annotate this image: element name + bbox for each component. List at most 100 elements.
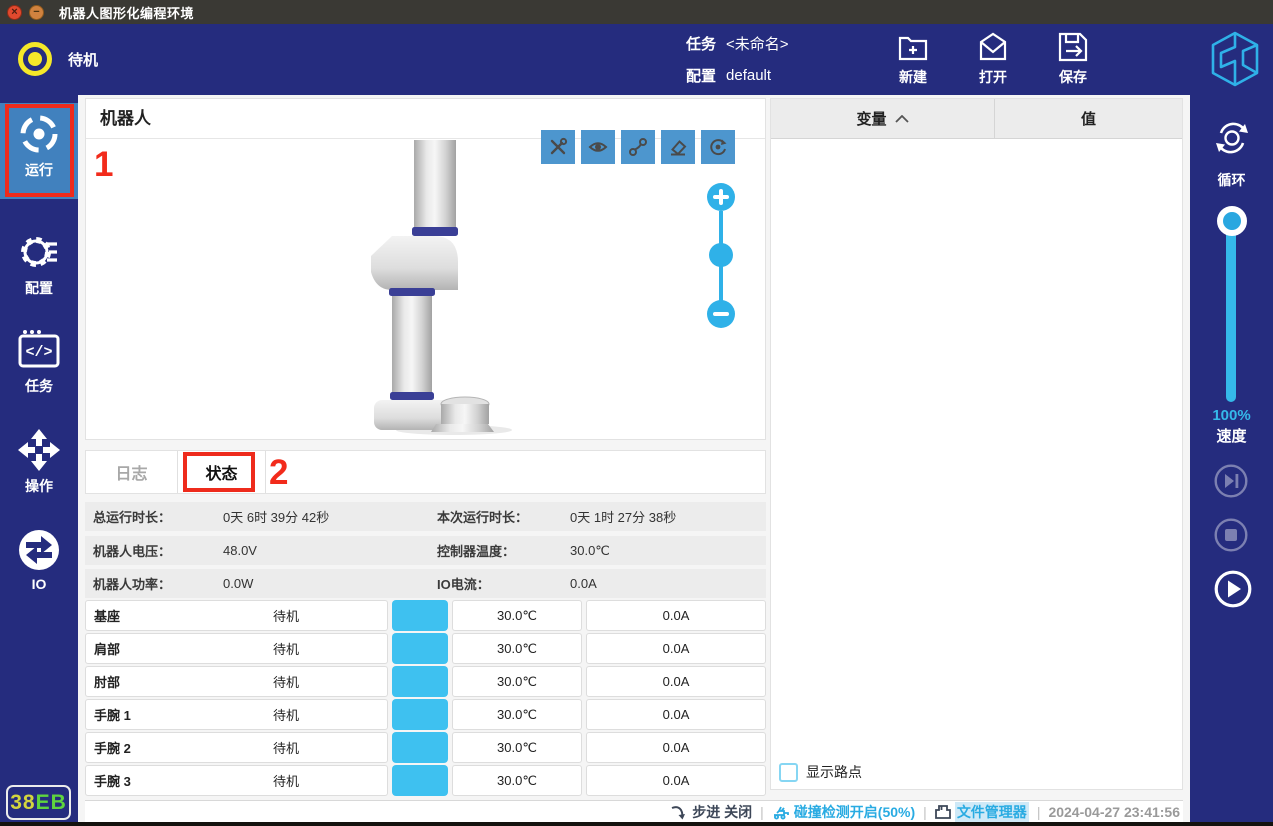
step-arrow-icon [671,805,688,820]
joint-current: 0.0A [586,633,766,664]
play-button[interactable] [1214,570,1252,613]
collision-detect-toggle[interactable]: 碰撞检测开启(50%) [772,802,915,822]
tab-log[interactable]: 日志 [86,451,178,493]
close-icon[interactable]: × [7,5,22,20]
reset-view-button[interactable] [701,130,735,164]
sidebar-item-task[interactable]: </> 任务 [0,319,78,389]
task-value: <未命名> [726,33,789,54]
joint-name: 手腕 2 [86,738,131,757]
minimize-icon[interactable]: − [29,5,44,20]
power-row: 机器人功率： 0.0W IO电流： 0.0A [85,569,766,598]
variables-panel: 变量 值 显示路点 [770,98,1183,790]
table-row-wrist1: 手腕 1 待机 30.0℃ 0.0A [85,699,766,730]
joint-temp: 30.0℃ [452,699,582,730]
robot-3d-viewport[interactable] [86,140,765,439]
sidebar-item-config[interactable]: 配置 [0,221,78,291]
sidebar-item-operate[interactable]: 操作 [0,419,78,489]
io-current-label: IO电流： [437,574,570,593]
joint-current: 0.0A [586,666,766,697]
speed-percentage: 100% [1190,407,1273,424]
visibility-button[interactable] [581,130,615,164]
annotation-box-1 [5,104,74,197]
file-manager-button[interactable]: 文件管理器 [935,802,1029,822]
joint-state: 待机 [236,738,336,757]
session-runtime-label: 本次运行时长： [437,507,570,526]
window-title: 机器人图形化编程环境 [59,3,194,22]
left-sidebar: 运行 配置 </> 任务 操作 [0,95,78,826]
joint-level-bar [392,633,448,664]
file-manager-label: 文件管理器 [955,802,1029,822]
code-window-icon: </> [16,327,62,373]
joint-current: 0.0A [586,732,766,763]
collision-detect-label: 碰撞检测开启(50%) [794,802,915,822]
joint-current: 0.0A [586,765,766,796]
annotation-2: 2 [269,453,288,493]
right-sidebar: 循环 100% 速度 [1190,95,1273,826]
controller-temp-label: 控制器温度： [437,541,570,560]
joint-name: 肩部 [86,639,120,658]
show-waypoints-checkbox[interactable] [779,763,798,782]
session-runtime-value: 0天 1时 27分 38秒 [570,507,766,526]
stop-icon [1214,518,1248,552]
joint-temp: 30.0℃ [452,633,582,664]
status-code-badge[interactable]: 38EB [6,785,71,820]
save-button-label: 保存 [1042,67,1104,87]
runtime-row: 总运行时长： 0天 6时 39分 42秒 本次运行时长： 0天 1时 27分 3… [85,502,766,531]
sidebar-item-io[interactable]: IO [0,519,78,589]
statusbar: 步进 关闭 | 碰撞检测开启(50%) | 文件管理器 | 2024-04-27… [85,800,1183,823]
robot-arm-render [336,140,536,436]
io-arrows-icon [16,527,62,573]
joint-level-bar [392,666,448,697]
badge-left: 38 [10,791,35,815]
column-header-value[interactable]: 值 [995,99,1182,138]
joint-current: 0.0A [586,600,766,631]
joint-state: 待机 [236,705,336,724]
statusbar-separator: | [1037,804,1041,820]
standby-icon [18,42,52,76]
joint-name-cell: 肘部 待机 [85,666,388,697]
zoom-in-button[interactable] [707,183,735,211]
stop-button[interactable] [1214,518,1248,557]
rotate-reset-icon [708,137,728,157]
zoom-slider-handle[interactable] [709,243,733,267]
joint-name-cell: 手腕 1 待机 [85,699,388,730]
app-logo-icon [1204,28,1266,95]
total-runtime-value: 0天 6时 39分 42秒 [223,507,437,526]
speed-slider-track[interactable] [1226,222,1236,402]
step-mode-toggle[interactable]: 步进 关闭 [671,802,752,822]
titlebar: × − 机器人图形化编程环境 [0,0,1273,24]
joint-name: 手腕 3 [86,771,131,790]
table-row-elbow: 肘部 待机 30.0℃ 0.0A [85,666,766,697]
sidebar-item-label: 配置 [0,278,78,298]
path-button[interactable] [621,130,655,164]
speed-slider-handle[interactable] [1217,206,1247,236]
task-config-info: 任务 <未命名> 配置 default [686,33,789,97]
joint-temp: 30.0℃ [452,600,582,631]
robot-state-indicator: 待机 [18,42,98,76]
task-label: 任务 [686,33,716,54]
badge-right: EB [36,791,67,815]
save-button[interactable]: 保存 [1042,30,1104,87]
column-header-variable[interactable]: 变量 [771,99,995,138]
loop-mode-button[interactable]: 循环 [1190,115,1273,190]
new-folder-icon [896,30,930,64]
config-value: default [726,67,771,84]
variables-header: 变量 值 [771,99,1182,139]
erase-button[interactable] [661,130,695,164]
joint-level-bar [392,765,448,796]
statusbar-separator: | [760,804,764,820]
step-run-icon [1214,464,1248,498]
variable-column-label: 变量 [856,108,886,129]
voltage-value: 48.0V [223,543,437,558]
step-run-button[interactable] [1214,464,1248,503]
tools-button[interactable] [541,130,575,164]
config-label: 配置 [686,65,716,86]
new-button[interactable]: 新建 [882,30,944,87]
save-floppy-icon [1056,30,1090,64]
loop-icon [1209,115,1255,161]
speed-label: 速度 [1190,425,1273,446]
robot-panel: 机器人 1 [85,98,766,440]
joint-temp: 30.0℃ [452,765,582,796]
zoom-out-button[interactable] [707,300,735,328]
open-button[interactable]: 打开 [962,30,1024,87]
